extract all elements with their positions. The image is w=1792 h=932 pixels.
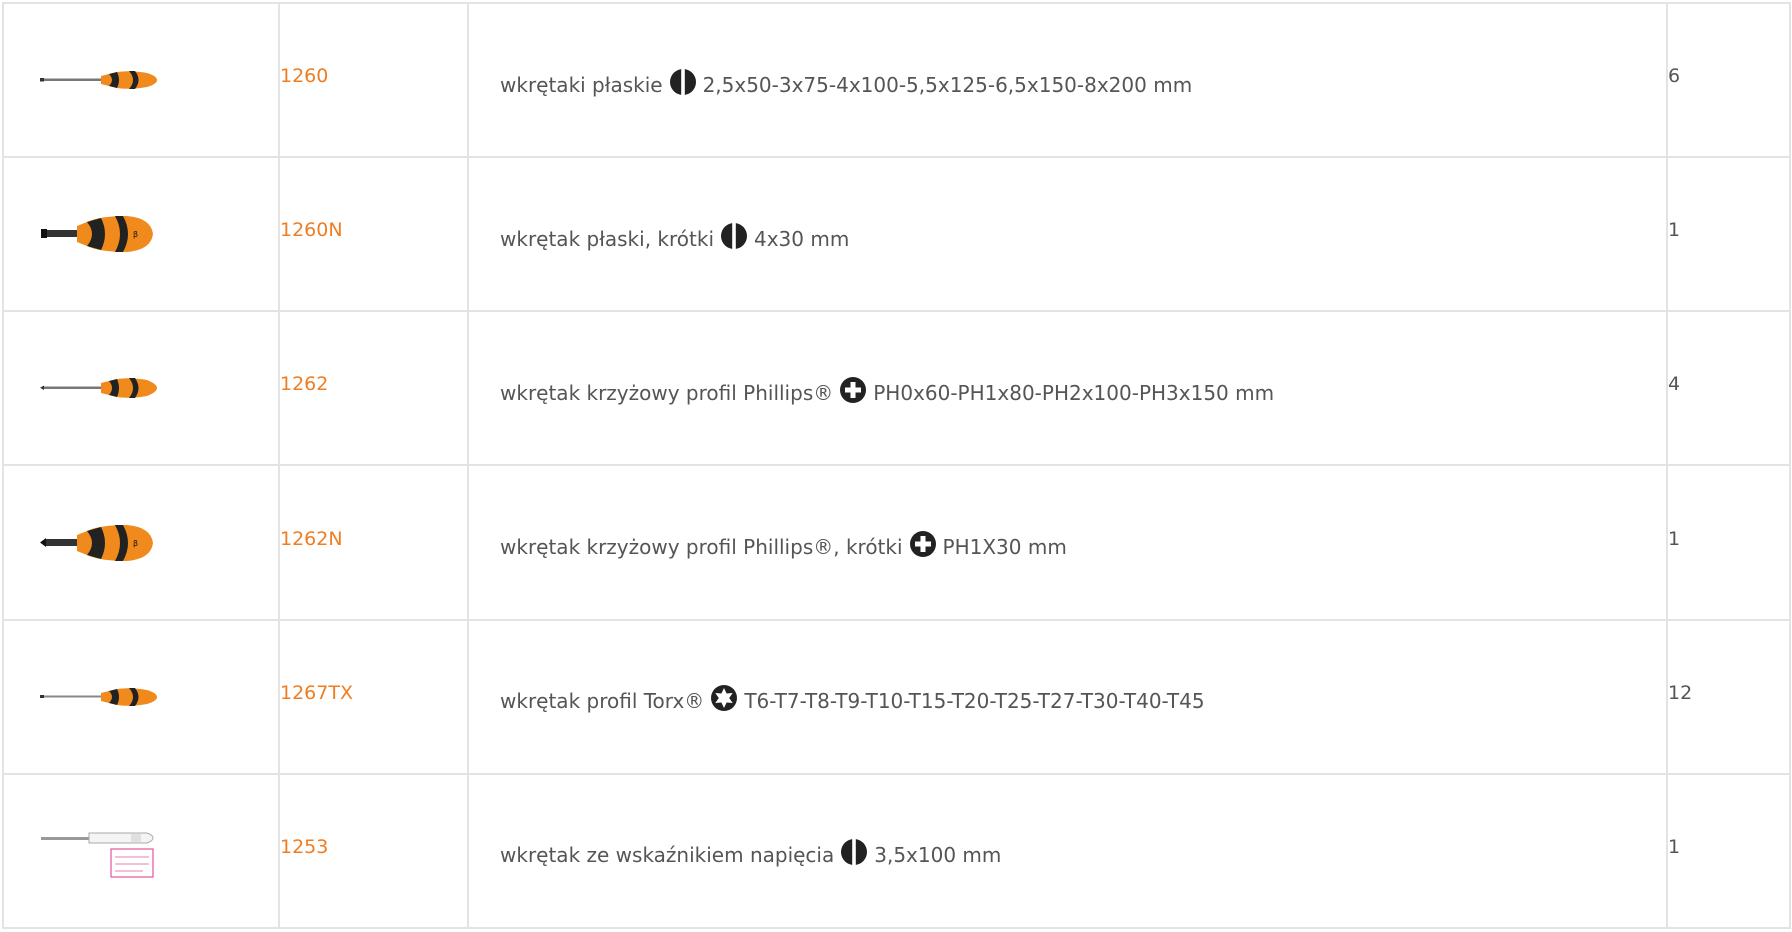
screwdriver-set-table: 1260 wkrętaki płaskie 2,5x50-3x75-4x100-5… [2, 0, 1791, 930]
long-slotted-screwdriver-image [40, 71, 157, 90]
table-row: β 1260N wkrętak płaski, krótki 4x30 mm 1 [2, 152, 1791, 313]
description-cell: wkrętaki płaskie 2,5x50-3x75-4x100-5,5x12… [467, 1, 1668, 159]
item-spec: 2,5x50-3x75-4x100-5,5x125-6,5x150-8x200 … [702, 72, 1193, 97]
item-quantity: 6 [1666, 0, 1791, 155]
description-cell: wkrętak krzyżowy profil Phillips® PH0x60-… [467, 310, 1668, 467]
phillips-profile-icon [840, 376, 867, 403]
tool-image-cell [2, 310, 280, 467]
svg-text:β: β [133, 230, 138, 239]
torx-profile-icon [711, 685, 738, 712]
item-code[interactable]: 1253 [278, 768, 469, 926]
item-code[interactable]: 1262N [278, 460, 469, 617]
item-code[interactable]: 1267TX [278, 614, 469, 771]
description-cell: wkrętak krzyżowy profil Phillips®, krótk… [467, 464, 1668, 621]
item-quantity: 4 [1666, 306, 1791, 463]
item-spec: 4x30 mm [754, 226, 850, 251]
item-description: wkrętak ze wskaźnikiem napięcia [500, 843, 835, 868]
item-description: wkrętaki płaskie [500, 72, 663, 97]
item-spec: PH1X30 mm [942, 535, 1067, 560]
page: 1260 wkrętaki płaskie 2,5x50-3x75-4x100-5… [0, 0, 1792, 932]
item-spec: PH0x60-PH1x80-PH2x100-PH3x150 mm [873, 380, 1275, 405]
table-row: β 1262N wkrętak krzyżowy profil Phillips… [2, 460, 1791, 621]
description-cell: wkrętak płaski, krótki 4x30 mm [467, 156, 1668, 313]
item-description: wkrętak profil Torx® [500, 689, 705, 714]
torx-screwdriver-image [40, 687, 157, 706]
table-row: 1260 wkrętaki płaskie 2,5x50-3x75-4x100-5… [2, 0, 1791, 159]
table-row: 1267TX wkrętak profil Torx® T6-T7-T8-T9-T… [2, 614, 1791, 775]
description-cell: wkrętak ze wskaźnikiem napięcia 3,5x100 m… [467, 772, 1668, 930]
slotted-profile-icon [841, 839, 868, 866]
item-spec: T6-T7-T8-T9-T10-T15-T20-T25-T27-T30-T40-… [744, 689, 1205, 714]
item-quantity: 1 [1666, 768, 1791, 926]
phillips-profile-icon [909, 531, 936, 558]
table-row: 1262 wkrętak krzyżowy profil Phillips® PH… [2, 306, 1791, 467]
long-phillips-screwdriver-image [40, 378, 157, 399]
description-cell: wkrętak profil Torx® T6-T7-T8-T9-T10-T15-… [467, 618, 1668, 775]
slotted-profile-icon [721, 222, 747, 249]
voltage-tester-screwdriver-image [41, 832, 154, 878]
item-quantity: 12 [1666, 614, 1791, 771]
tool-image-cell [2, 772, 280, 930]
item-code[interactable]: 1262 [278, 306, 469, 463]
item-code[interactable]: 1260N [278, 152, 469, 309]
tool-image-cell [2, 618, 280, 775]
tool-image-cell: β [2, 156, 280, 313]
item-description: wkrętak krzyżowy profil Phillips® [500, 380, 834, 405]
tool-image-cell [2, 1, 280, 159]
item-description: wkrętak krzyżowy profil Phillips®, krótk… [500, 535, 903, 560]
item-quantity: 1 [1666, 152, 1791, 309]
table-row: 1253 wkrętak ze wskaźnikiem napięcia 3,5x… [2, 768, 1791, 930]
tool-image-cell: β [2, 464, 280, 621]
item-quantity: 1 [1666, 460, 1791, 617]
slotted-profile-icon [669, 68, 696, 95]
item-code[interactable]: 1260 [278, 0, 469, 155]
stubby-phillips-screwdriver-image: β [40, 524, 153, 561]
stubby-slotted-screwdriver-image: β [41, 216, 153, 253]
svg-text:β: β [133, 539, 138, 548]
item-description: wkrętak płaski, krótki [500, 226, 714, 251]
item-spec: 3,5x100 mm [874, 843, 1002, 868]
